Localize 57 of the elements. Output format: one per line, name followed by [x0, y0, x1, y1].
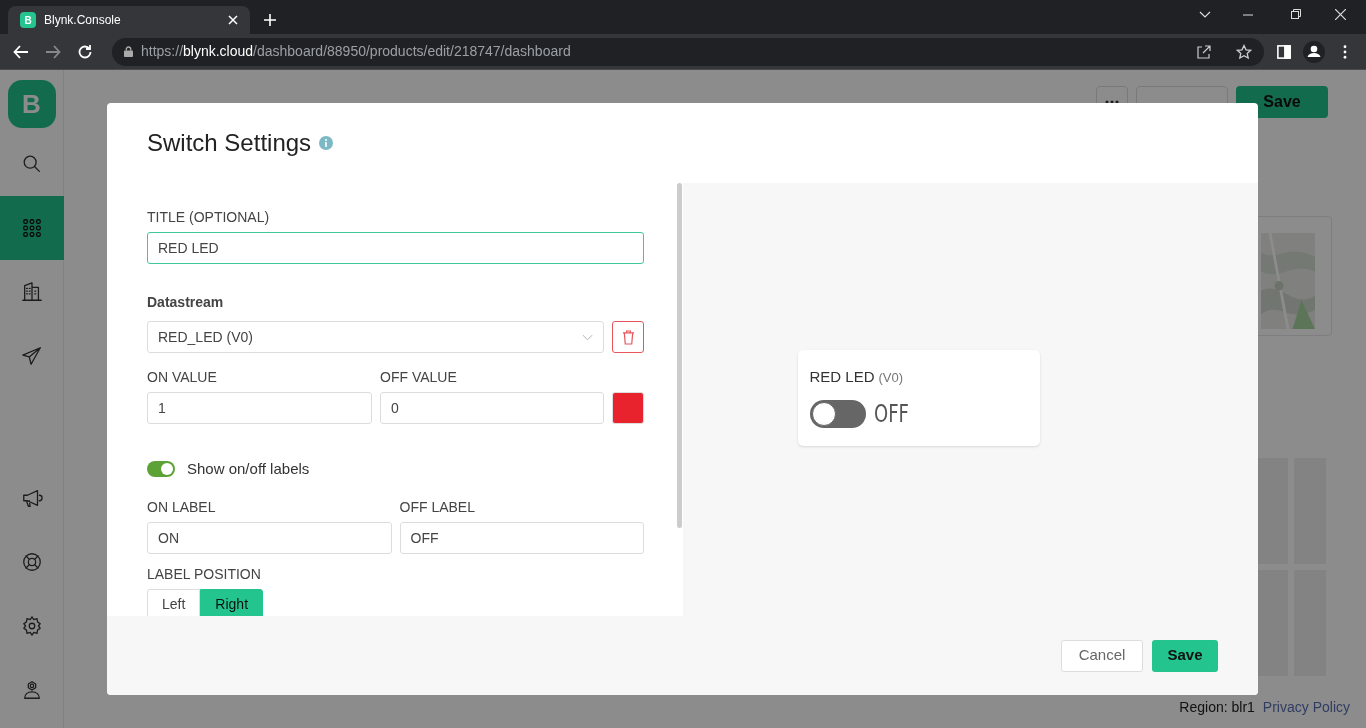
- sidebar-item[interactable]: [0, 196, 64, 260]
- browser-tab[interactable]: B Blynk.Console: [8, 6, 250, 34]
- more-icon: [1105, 100, 1119, 104]
- color-swatch[interactable]: [612, 392, 644, 424]
- input-field[interactable]: OFF: [399, 521, 644, 554]
- field-label: OFF VALUE: [380, 368, 458, 387]
- restore-icon[interactable]: [1291, 9, 1301, 19]
- dialog-title: Switch Settings: [147, 128, 312, 158]
- tab-title: Blynk.Console: [44, 12, 122, 29]
- new-tab-icon[interactable]: [264, 14, 276, 26]
- datastream-dropdown[interactable]: RED_LED (V0): [147, 321, 604, 353]
- grid-icon: [20, 217, 43, 239]
- side-panel-icon[interactable]: [1277, 44, 1291, 59]
- pin-text: (V0): [878, 368, 904, 387]
- paper-plane-icon: [20, 345, 43, 367]
- segment-button[interactable]: Left: [147, 588, 201, 616]
- save-button[interactable]: Save: [1152, 639, 1218, 672]
- input-field[interactable]: 0: [380, 392, 604, 424]
- settings-icon: [20, 615, 43, 637]
- field-label: Datastream: [147, 293, 225, 312]
- chevron-down-icon: [582, 333, 593, 341]
- building-icon: [20, 281, 43, 303]
- reload-icon[interactable]: [77, 43, 93, 60]
- field-label: TITLE (OPTIONAL): [147, 208, 271, 227]
- segment-button[interactable]: Right: [200, 588, 264, 616]
- input-field[interactable]: RED LED: [147, 232, 644, 264]
- field-label: LABEL POSITION: [147, 564, 262, 584]
- share-icon[interactable]: [1196, 43, 1212, 60]
- menu-icon[interactable]: [1343, 44, 1347, 59]
- widget-title: RED LED: [809, 366, 875, 387]
- url-text: https://blynk.cloud/dashboard/88950/products/edit/218747/dashboard: [141, 42, 571, 61]
- field-label: ON VALUE: [147, 368, 218, 387]
- toggle-label: Show on/off labels: [187, 459, 310, 479]
- trash-icon: [621, 329, 635, 345]
- input-field[interactable]: 1: [147, 392, 372, 424]
- profile-icon[interactable]: [1303, 40, 1325, 63]
- switch-state-text: OFF: [873, 399, 909, 430]
- delete-button[interactable]: [612, 321, 644, 353]
- switch-toggle[interactable]: [809, 400, 866, 428]
- megaphone-icon: [20, 487, 43, 509]
- info-icon[interactable]: [319, 136, 334, 150]
- toggle-switch[interactable]: [147, 461, 175, 478]
- address-bar[interactable]: https://blynk.cloud/dashboard/88950/products/edit/218747/dashboard: [112, 37, 1264, 66]
- cancel-button[interactable]: Cancel: [1061, 639, 1143, 672]
- chevron-down-icon[interactable]: [1199, 11, 1211, 19]
- region-text: Region: blr1: [1179, 698, 1255, 717]
- close-icon[interactable]: [1335, 9, 1346, 20]
- scrollbar[interactable]: [677, 183, 682, 528]
- field-label: ON LABEL: [147, 497, 217, 517]
- lock-icon: [124, 46, 133, 57]
- favicon: B: [20, 12, 36, 28]
- forward-arrow-icon[interactable]: [45, 43, 61, 60]
- field-label: OFF LABEL: [399, 497, 476, 517]
- lifebuoy-icon: [20, 551, 43, 573]
- input-field[interactable]: ON: [147, 521, 392, 554]
- back-arrow-icon[interactable]: [13, 43, 29, 60]
- star-icon[interactable]: [1236, 43, 1252, 60]
